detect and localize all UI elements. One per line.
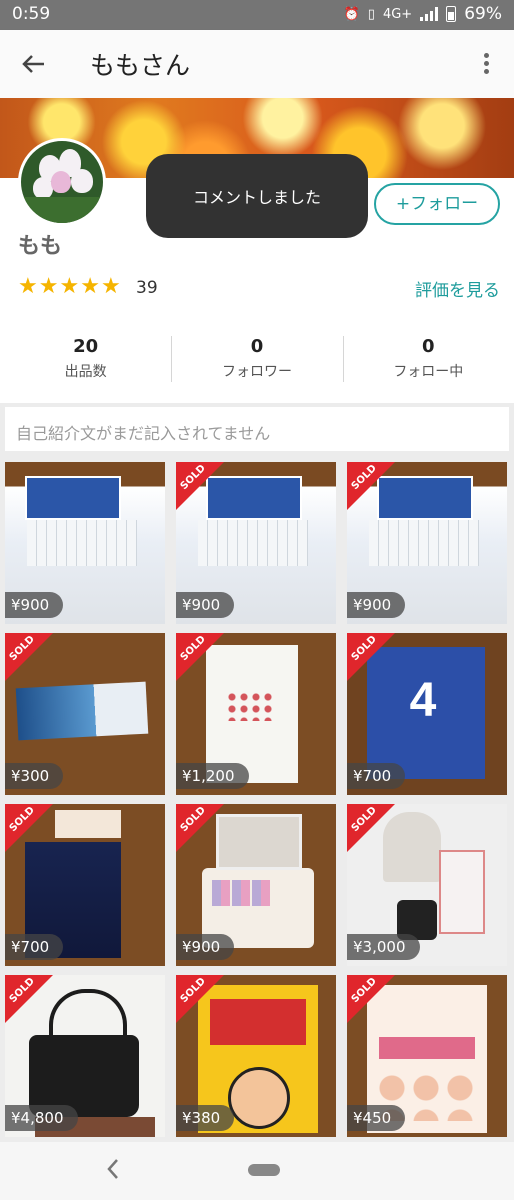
star-icon: ★ <box>59 274 80 299</box>
item-card[interactable]: ¥900 <box>5 462 165 624</box>
follow-button[interactable]: +フォロー <box>374 183 500 225</box>
star-icon: ★ <box>18 274 38 299</box>
item-card[interactable]: SOLD ¥450 <box>347 975 507 1137</box>
item-card[interactable]: SOLD ¥700 <box>5 804 165 966</box>
item-price: ¥900 <box>176 934 235 960</box>
item-card[interactable]: SOLD ¥900 <box>176 804 336 966</box>
item-price: ¥900 <box>5 592 64 618</box>
battery-level: 69% <box>464 4 502 24</box>
stat-label: 出品数 <box>64 364 107 380</box>
app-bar: ももさん <box>0 30 514 98</box>
stat-following[interactable]: 0 フォロー中 <box>342 336 514 386</box>
stat-value: 0 <box>250 336 264 357</box>
item-card[interactable]: SOLD ¥900 <box>176 462 336 624</box>
alarm-icon: ⏰ <box>343 6 360 22</box>
chevron-left-icon <box>107 1159 118 1179</box>
star-icon: ★ <box>80 274 100 299</box>
system-nav-bar <box>0 1142 514 1200</box>
item-price: ¥900 <box>176 592 235 618</box>
item-card[interactable]: SOLD ¥300 <box>5 633 165 795</box>
item-price: ¥4,800 <box>5 1105 78 1131</box>
item-card[interactable]: SOLD ¥4,800 <box>5 975 165 1137</box>
back-button[interactable] <box>14 46 54 82</box>
page-title: ももさん <box>90 51 191 80</box>
battery-icon <box>446 6 457 22</box>
toast-message: コメントしました <box>146 154 368 238</box>
item-card[interactable]: SOLD ¥380 <box>176 975 336 1137</box>
see-reviews-link[interactable]: 評価を見る <box>415 276 500 301</box>
item-price: ¥700 <box>347 763 406 789</box>
stat-value: 0 <box>422 336 435 357</box>
nav-back-button[interactable] <box>106 1158 128 1182</box>
stat-listings[interactable]: 20 出品数 <box>0 336 171 386</box>
vibrate-icon: ▯ <box>367 6 375 22</box>
item-card[interactable]: SOLD ¥3,000 <box>347 804 507 966</box>
avatar[interactable] <box>18 138 106 226</box>
stat-followers[interactable]: 0 フォロワー <box>171 336 342 386</box>
signal-icon <box>420 7 439 21</box>
star-icon: ★ <box>100 274 121 299</box>
item-price: ¥380 <box>176 1105 235 1131</box>
item-price: ¥700 <box>5 934 64 960</box>
item-price: ¥900 <box>347 592 406 618</box>
item-price: ¥1,200 <box>176 763 249 789</box>
star-icon: ★ <box>38 274 59 299</box>
item-card[interactable]: SOLD ¥900 <box>347 462 507 624</box>
status-time: 0:59 <box>12 4 51 24</box>
bio-text: 自己紹介文がまだ記入されてません <box>5 407 509 451</box>
arrow-left-icon <box>22 55 44 73</box>
user-name: もも <box>18 234 63 259</box>
stat-label: フォロワー <box>221 364 292 380</box>
item-card[interactable]: SOLD ¥1,200 <box>176 633 336 795</box>
item-card[interactable]: 4 SOLD ¥700 <box>347 633 507 795</box>
item-price: ¥3,000 <box>347 934 420 960</box>
nav-home-pill[interactable] <box>248 1164 280 1176</box>
more-vertical-icon[interactable] <box>474 50 498 78</box>
item-price: ¥300 <box>5 763 64 789</box>
stat-label: フォロー中 <box>393 364 464 380</box>
stats-row: 20 出品数 0 フォロワー 0 フォロー中 <box>0 336 514 386</box>
status-bar: 0:59 ⏰ ▯ 4G+ 69% <box>0 0 514 30</box>
stat-value: 20 <box>73 336 99 357</box>
item-price: ¥450 <box>347 1105 406 1131</box>
rating-stars: ★ ★ ★ ★ ★ <box>18 276 121 298</box>
rating-count: 39 <box>136 278 158 298</box>
network-type: 4G+ <box>382 6 413 22</box>
